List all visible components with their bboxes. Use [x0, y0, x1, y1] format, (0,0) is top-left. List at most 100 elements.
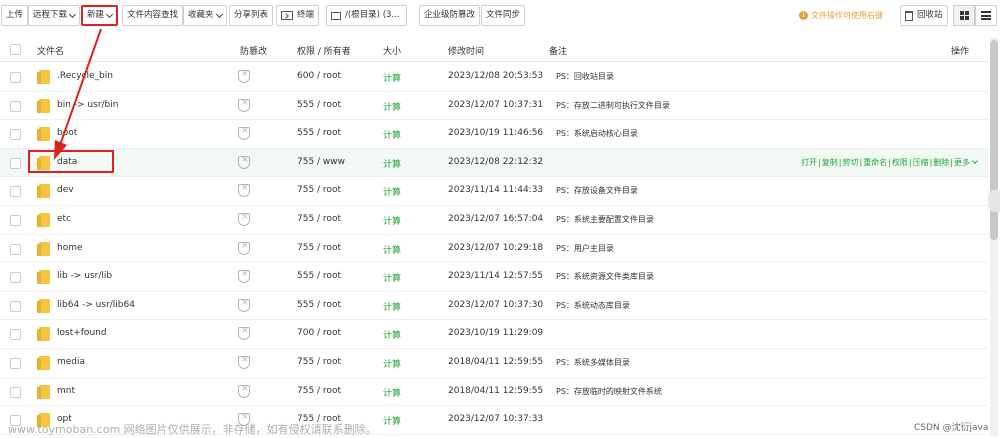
row-action-link[interactable]: 打开	[801, 158, 817, 167]
tamper-shield-icon[interactable]	[238, 155, 250, 169]
size-calc-link[interactable]: 计算	[383, 386, 401, 399]
remote-download-button[interactable]: 远程下载	[28, 5, 81, 26]
row-checkbox[interactable]	[10, 129, 21, 141]
file-name[interactable]: media	[57, 357, 85, 367]
size-calc-link[interactable]: 计算	[383, 185, 401, 198]
size-calc-link[interactable]: 计算	[383, 271, 401, 284]
row-checkbox[interactable]	[10, 186, 21, 198]
row-checkbox[interactable]	[10, 100, 21, 112]
size-calc-link[interactable]: 计算	[383, 414, 401, 427]
size-calc-link[interactable]: 计算	[383, 357, 401, 370]
note-text[interactable]: PS：存放设备文件目录	[556, 185, 638, 196]
row-action-link[interactable]: 复制	[822, 158, 838, 167]
table-row[interactable]: dev 755 / root 计算 2023/11/14 11:44:33 PS：存放设…	[0, 177, 988, 206]
tamper-shield-icon[interactable]	[238, 269, 250, 284]
row-action-link[interactable]: 更多	[954, 158, 970, 167]
note-text[interactable]: PS：回收站目录	[556, 71, 614, 82]
permission-owner[interactable]: 755 / root	[297, 357, 341, 367]
table-row[interactable]: lost+found 700 / root 计算 2023/10/19 11:29:0…	[0, 320, 988, 349]
table-row[interactable]: etc 755 / root 计算 2023/12/07 16:57:04 PS：系统主…	[0, 206, 988, 235]
file-name[interactable]: lib64 -> usr/lib64	[57, 300, 135, 310]
tamper-shield-icon[interactable]	[238, 298, 250, 312]
size-calc-link[interactable]: 计算	[383, 100, 401, 113]
table-row[interactable]: bin -> usr/bin 555 / root 计算 2023/12/07 10:…	[0, 92, 988, 121]
side-handle[interactable]	[988, 190, 1000, 212]
size-calc-link[interactable]: 计算	[383, 71, 401, 84]
root-dir-button[interactable]: /(根目录) (3...	[326, 5, 407, 26]
file-name[interactable]: lib -> usr/lib	[57, 271, 112, 281]
file-name[interactable]: bin -> usr/bin	[57, 100, 118, 110]
row-action-link[interactable]: 剪切	[842, 158, 858, 167]
table-row[interactable]: lib -> usr/lib 555 / root 计算 2023/11/14 12:…	[0, 263, 988, 292]
row-action-link[interactable]: 压缩	[913, 158, 929, 167]
header-mtime[interactable]: 修改时间	[448, 44, 484, 57]
note-text[interactable]: PS：系统启动核心目录	[556, 128, 638, 139]
header-name[interactable]: 文件名	[37, 44, 64, 57]
upload-button[interactable]: 上传	[1, 5, 29, 26]
row-checkbox[interactable]	[10, 243, 21, 255]
table-row[interactable]: mnt 755 / root 计算 2018/04/11 12:59:55 PS：存放临…	[0, 378, 988, 407]
content-search-button[interactable]: 文件内容查找	[122, 5, 184, 26]
select-all-checkbox[interactable]	[10, 44, 21, 55]
permission-owner[interactable]: 755 / root	[297, 214, 341, 224]
row-checkbox[interactable]	[10, 215, 21, 226]
row-checkbox[interactable]	[10, 329, 21, 341]
size-calc-link[interactable]: 计算	[383, 243, 401, 256]
permission-owner[interactable]: 755 / root	[297, 185, 341, 195]
size-calc-link[interactable]: 计算	[383, 214, 401, 227]
file-name[interactable]: home	[57, 243, 83, 253]
permission-owner[interactable]: 700 / root	[297, 328, 341, 338]
note-text[interactable]: PS：存放临时的映射文件系统	[556, 386, 662, 397]
note-text[interactable]: PS：系统主要配置文件目录	[556, 214, 654, 225]
table-row[interactable]: .Recycle_bin 600 / root 计算 2023/12/08 20:53…	[0, 63, 988, 92]
favorites-button[interactable]: 收藏夹	[183, 5, 227, 26]
row-action-link[interactable]: 重命名	[863, 158, 887, 167]
note-text[interactable]: PS：系统资源文件类库目录	[556, 271, 654, 282]
row-checkbox[interactable]	[10, 300, 21, 312]
tamper-shield-icon[interactable]	[238, 183, 250, 198]
grid-view-button[interactable]	[953, 5, 975, 26]
file-name[interactable]: .Recycle_bin	[57, 71, 113, 81]
file-sync-button[interactable]: 文件同步	[481, 5, 526, 26]
terminal-button[interactable]: 终端	[276, 5, 320, 26]
row-action-link[interactable]: 删除	[933, 158, 949, 167]
file-name[interactable]: etc	[57, 214, 71, 224]
recycle-bin-button[interactable]: 回收站	[900, 5, 948, 26]
enterprise-tamper-button[interactable]: 企业级防篡改	[419, 5, 481, 26]
size-calc-link[interactable]: 计算	[383, 157, 401, 170]
permission-owner[interactable]: 755 / root	[297, 386, 341, 396]
tamper-shield-icon[interactable]	[238, 212, 250, 226]
row-checkbox[interactable]	[10, 272, 21, 284]
tamper-shield-icon[interactable]	[238, 384, 250, 398]
file-name[interactable]: boot	[57, 128, 77, 138]
row-checkbox[interactable]	[10, 358, 21, 369]
note-text[interactable]: PS：存放二进制可执行文件目录	[556, 100, 670, 111]
tamper-shield-icon[interactable]	[238, 241, 250, 255]
share-list-button[interactable]: 分享列表	[229, 5, 274, 26]
header-permission[interactable]: 权限 / 所有者	[297, 44, 351, 57]
file-name[interactable]: mnt	[57, 386, 75, 396]
permission-owner[interactable]: 600 / root	[297, 71, 341, 81]
permission-owner[interactable]: 755 / www	[297, 157, 345, 167]
row-checkbox[interactable]	[10, 386, 21, 398]
row-checkbox[interactable]	[10, 72, 21, 83]
note-text[interactable]: PS：用户主目录	[556, 243, 614, 254]
table-row[interactable]: boot 555 / root 计算 2023/10/19 11:46:56 PS：系统…	[0, 120, 988, 149]
table-row[interactable]: media 755 / root 计算 2018/04/11 12:59:55 PS：系…	[0, 349, 988, 378]
permission-owner[interactable]: 555 / root	[297, 128, 341, 138]
table-row[interactable]: data755 / www计算2023/12/08 22:12:32打开|复制|…	[0, 148, 988, 178]
row-action-link[interactable]: 权限	[892, 158, 908, 167]
tamper-shield-icon[interactable]	[238, 126, 250, 141]
size-calc-link[interactable]: 计算	[383, 328, 401, 341]
size-calc-link[interactable]: 计算	[383, 300, 401, 313]
table-row[interactable]: lib64 -> usr/lib64 555 / root 计算 2023/12/07…	[0, 292, 988, 321]
row-checkbox[interactable]	[10, 157, 21, 169]
size-calc-link[interactable]: 计算	[383, 128, 401, 141]
new-button[interactable]: 新建	[81, 5, 119, 26]
header-size[interactable]: 大小	[383, 44, 401, 57]
tamper-shield-icon[interactable]	[238, 326, 250, 341]
permission-owner[interactable]: 555 / root	[297, 300, 341, 310]
tamper-shield-icon[interactable]	[238, 98, 250, 112]
table-row[interactable]: home 755 / root 计算 2023/12/07 10:29:18 PS：用户…	[0, 235, 988, 264]
note-text[interactable]: PS：系统动态库目录	[556, 300, 630, 311]
